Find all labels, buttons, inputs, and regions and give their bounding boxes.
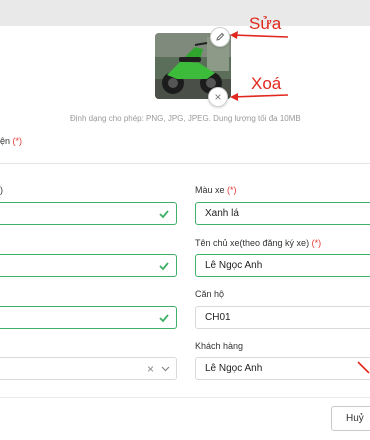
upload-hint: Định dạng cho phép: PNG, JPG, JPEG. Dung… [70,114,301,123]
check-icon [159,314,169,323]
window-top-bar [0,0,370,26]
pencil-icon [216,32,225,41]
left-input-3[interactable] [0,306,177,329]
owner-label: Tên chủ xe(theo đăng ký xe) (*) [195,238,322,248]
left-input-1[interactable] [0,202,177,225]
close-icon: × [214,90,222,104]
left-select[interactable]: × [0,357,177,380]
apartment-input[interactable]: CH01 [195,306,370,329]
check-icon [159,262,169,271]
customer-select[interactable]: Lê Ngọc Anh [195,357,370,380]
customer-label: Khách hàng [195,341,244,351]
chevron-down-icon [161,366,170,372]
power-input[interactable] [0,163,370,164]
color-label: Màu xe (*) [195,185,237,195]
arrow-remove [230,93,289,101]
annotation-stroke [357,361,370,374]
arrow-edit [230,31,289,39]
color-input[interactable]: Xanh lá [195,202,370,225]
check-icon [159,210,169,219]
clear-icon[interactable]: × [147,362,154,376]
apartment-label: Căn hộ [195,289,225,299]
left-field-label-1: ) [0,185,3,195]
remove-photo-button[interactable]: × [208,87,228,107]
power-label: ện (*) [0,136,23,146]
owner-input[interactable]: Lê Ngọc Anh [195,254,370,277]
footer-divider [0,397,370,398]
left-input-2[interactable] [0,254,177,277]
cancel-button[interactable]: Huỷ [331,406,370,431]
